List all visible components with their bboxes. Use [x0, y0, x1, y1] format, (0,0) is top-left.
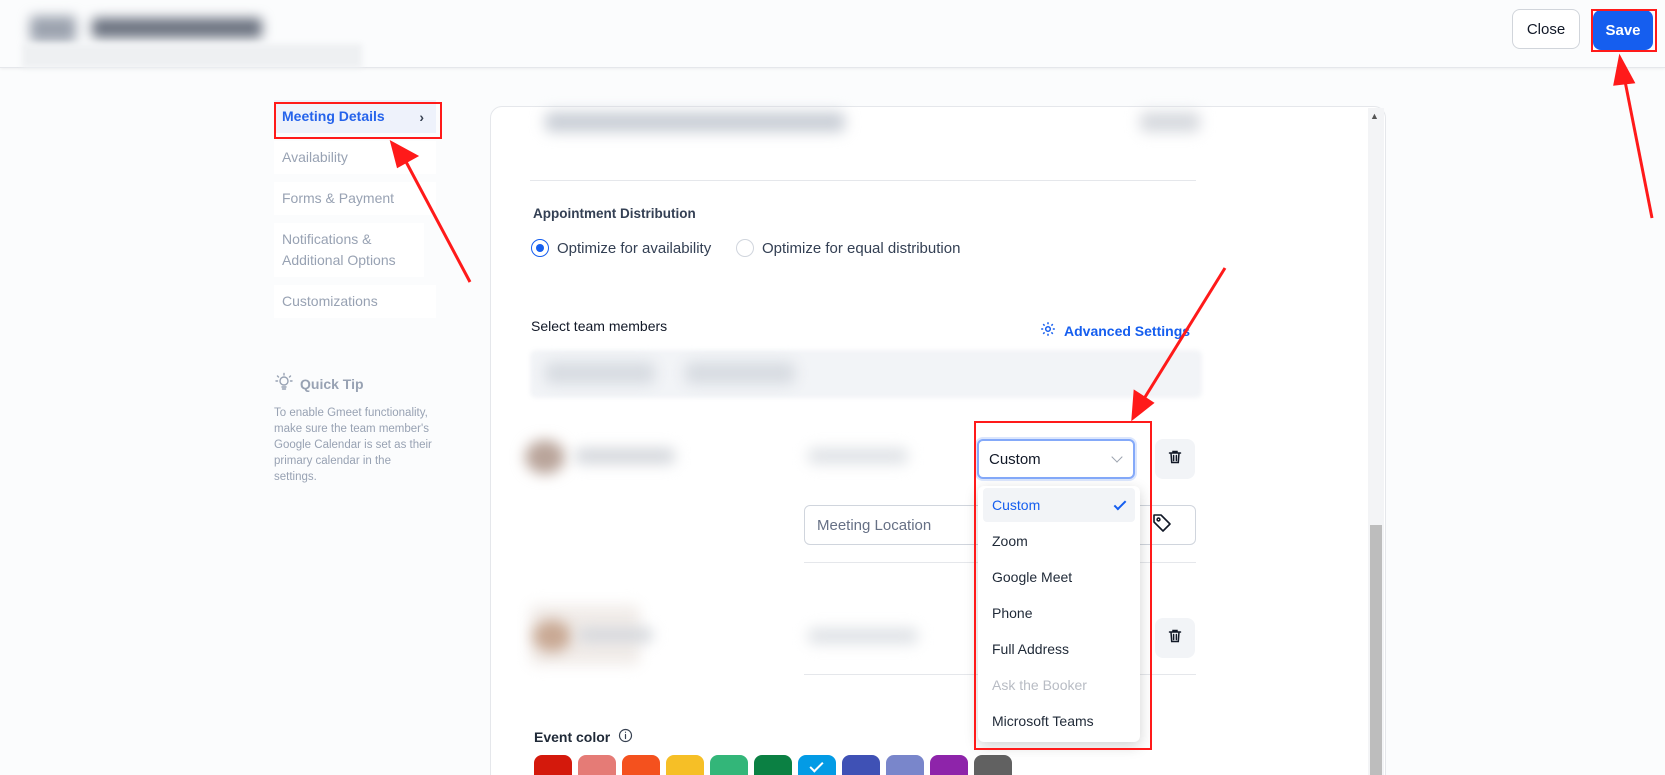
location-type-dropdown: Custom Zoom Google Meet Phone Full Address As… [978, 486, 1140, 742]
blurred-content [1140, 112, 1200, 132]
radio-unselected-icon [736, 239, 754, 257]
sidebar-item-label: Forms & Payment [282, 190, 395, 206]
advanced-settings-link[interactable]: Advanced Settings [1040, 321, 1190, 340]
dropdown-option-label: Google Meet [992, 569, 1073, 585]
radio-label: Optimize for equal distribution [762, 239, 961, 257]
dropdown-option[interactable]: Google Meet [983, 560, 1135, 594]
blurred-member-name [578, 628, 653, 642]
blurred-member-chip [685, 362, 795, 384]
dropdown-option[interactable]: Phone [983, 596, 1135, 630]
quick-tip: Quick Tip To enable Gmeet functionality,… [274, 372, 434, 485]
sidebar-item-availability[interactable]: Availability [274, 141, 436, 174]
dropdown-option[interactable]: Custom [983, 488, 1135, 522]
dropdown-option[interactable]: Zoom [983, 524, 1135, 558]
sidebar-item-notifications[interactable]: Notifications & Additional Options [274, 223, 424, 277]
color-swatch[interactable] [622, 755, 660, 775]
sidebar-item-forms-payment[interactable]: Forms & Payment [274, 182, 436, 215]
dropdown-option-label: Zoom [992, 533, 1028, 549]
event-color-label: Event color [534, 729, 611, 745]
radio-optimize-equal-distribution[interactable]: Optimize for equal distribution [736, 239, 960, 257]
trash-icon [1167, 628, 1183, 649]
quick-tip-title: Quick Tip [300, 375, 364, 392]
event-color-label-row: Event color [534, 728, 633, 746]
color-swatch[interactable] [974, 755, 1012, 775]
dropdown-option-label: Ask the Booker [992, 677, 1087, 693]
color-swatch[interactable] [754, 755, 792, 775]
info-icon[interactable] [618, 728, 633, 746]
sidebar-item-customizations[interactable]: Customizations [274, 285, 436, 318]
delete-member-button[interactable] [1155, 618, 1195, 658]
color-swatch[interactable] [798, 755, 836, 775]
divider [530, 180, 1196, 181]
scroll-up-arrow-icon[interactable]: ▲ [1370, 111, 1379, 121]
tag-icon[interactable] [1151, 512, 1173, 539]
sidebar-item-label: Notifications & Additional Options [282, 231, 396, 268]
advanced-settings-label: Advanced Settings [1064, 322, 1191, 339]
dropdown-option-label: Phone [992, 605, 1033, 621]
checkmark-icon [809, 758, 824, 773]
blurred-member-chip [545, 362, 655, 384]
avatar [533, 620, 571, 652]
gear-icon [1040, 321, 1056, 340]
select-team-members-label: Select team members [531, 318, 668, 334]
color-swatch[interactable] [534, 755, 572, 775]
color-swatch[interactable] [666, 755, 704, 775]
dropdown-option[interactable]: Full Address [983, 632, 1135, 666]
radio-selected-icon [531, 239, 549, 257]
dropdown-option-label: Custom [992, 497, 1041, 513]
trash-icon [1167, 449, 1183, 470]
dropdown-option[interactable]: Microsoft Teams [983, 704, 1135, 738]
sidebar-item-label: Meeting Details [282, 108, 385, 124]
location-type-value: Custom [989, 450, 1041, 468]
sidebar-item-label: Customizations [282, 293, 378, 309]
chevron-right-icon: › [419, 109, 424, 125]
color-swatch[interactable] [578, 755, 616, 775]
chevron-down-icon [1111, 451, 1123, 463]
dropdown-option-label: Microsoft Teams [992, 713, 1094, 729]
blurred-title [22, 44, 362, 68]
blurred-content [545, 112, 845, 132]
close-button[interactable]: Close [1512, 9, 1580, 49]
dropdown-option-label: Full Address [992, 641, 1070, 657]
avatar [525, 440, 565, 474]
delete-member-button[interactable] [1155, 439, 1195, 479]
save-button[interactable]: Save [1593, 10, 1653, 50]
radio-label: Optimize for availability [557, 239, 712, 257]
blurred-calendar [808, 628, 918, 644]
color-swatch[interactable] [886, 755, 924, 775]
color-swatch[interactable] [930, 755, 968, 775]
lightbulb-icon [274, 372, 294, 395]
radio-optimize-availability[interactable]: Optimize for availability [531, 239, 711, 257]
top-bar: Close Save [0, 0, 1665, 68]
checkmark-icon [1113, 497, 1127, 511]
scrollbar-thumb[interactable] [1370, 525, 1382, 775]
blurred-calendar [808, 448, 908, 464]
quick-tip-text: To enable Gmeet functionality, make sure… [274, 407, 432, 483]
color-swatch[interactable] [710, 755, 748, 775]
arrow-line [1622, 75, 1654, 219]
appointment-distribution-title: Appointment Distribution [533, 206, 696, 221]
sidebar-item-meeting-details[interactable]: Meeting Details › [274, 100, 436, 133]
dropdown-option: Ask the Booker [983, 668, 1135, 702]
blurred-member-name [575, 448, 675, 464]
location-type-select[interactable]: Custom [977, 439, 1135, 479]
quick-tip-header: Quick Tip [274, 372, 434, 395]
color-swatch[interactable] [842, 755, 880, 775]
sidebar-item-label: Availability [282, 149, 348, 165]
meeting-location-placeholder: Meeting Location [817, 516, 932, 534]
